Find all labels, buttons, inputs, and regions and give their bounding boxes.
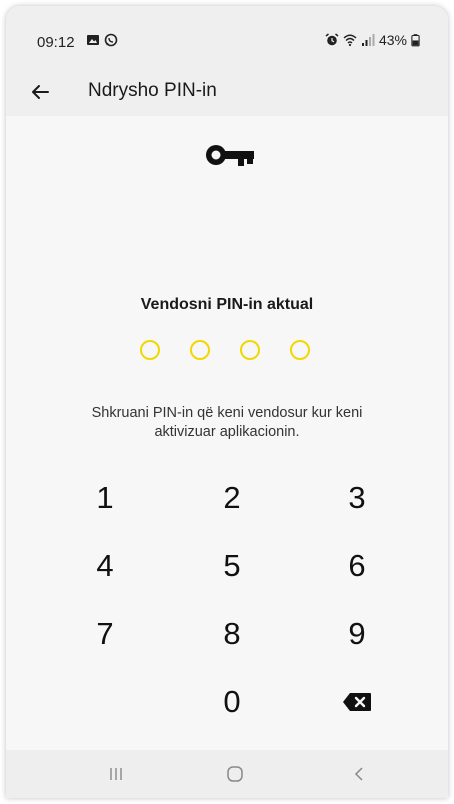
pin-hint: Shkruani PIN-in që keni vendosur kur ken… <box>91 405 363 440</box>
wifi-icon <box>343 34 357 47</box>
key-5[interactable]: 5 <box>192 540 272 592</box>
system-nav-bar <box>6 750 448 798</box>
status-notification-icons <box>86 33 118 47</box>
key-7[interactable]: 7 <box>65 608 145 660</box>
arrow-left-icon <box>32 85 49 99</box>
alarm-icon <box>325 33 339 46</box>
back-icon <box>354 767 363 781</box>
key-9[interactable]: 9 <box>317 608 397 660</box>
pin-dot <box>240 340 260 360</box>
status-system-icons: 43% <box>325 32 420 48</box>
delete-button[interactable] <box>317 676 397 728</box>
backspace-icon <box>343 693 371 711</box>
page-title: Ndrysho PIN-in <box>88 80 217 101</box>
battery-icon <box>411 34 420 47</box>
key-6[interactable]: 6 <box>317 540 397 592</box>
key-8[interactable]: 8 <box>192 608 272 660</box>
status-time: 09:12 <box>37 34 75 51</box>
key-1[interactable]: 1 <box>65 472 145 524</box>
recents-button[interactable] <box>104 762 128 786</box>
pin-dot <box>190 340 210 360</box>
pin-indicator <box>140 340 310 360</box>
app-bar: Ndrysho PIN-in <box>6 74 448 116</box>
key-icon <box>206 145 254 166</box>
key-2[interactable]: 2 <box>192 472 272 524</box>
key-4[interactable]: 4 <box>65 540 145 592</box>
signal-icon <box>361 34 375 46</box>
status-bar: 09:12 43% <box>6 6 448 74</box>
whatsapp-icon <box>104 33 118 47</box>
pin-heading: Vendosni PIN-in aktual <box>140 296 314 313</box>
pin-dot <box>140 340 160 360</box>
recents-icon <box>110 768 122 780</box>
key-0[interactable]: 0 <box>192 676 272 728</box>
image-icon <box>87 35 99 45</box>
back-button[interactable] <box>26 78 54 106</box>
battery-percent: 43% <box>378 32 407 48</box>
nav-back-button[interactable] <box>347 762 371 786</box>
home-button[interactable] <box>223 762 247 786</box>
home-icon <box>227 766 243 782</box>
key-3[interactable]: 3 <box>317 472 397 524</box>
pin-dot <box>290 340 310 360</box>
phone-screen: 09:12 43% Ndrysho PIN-in Vendosni PIN-in… <box>6 6 448 798</box>
